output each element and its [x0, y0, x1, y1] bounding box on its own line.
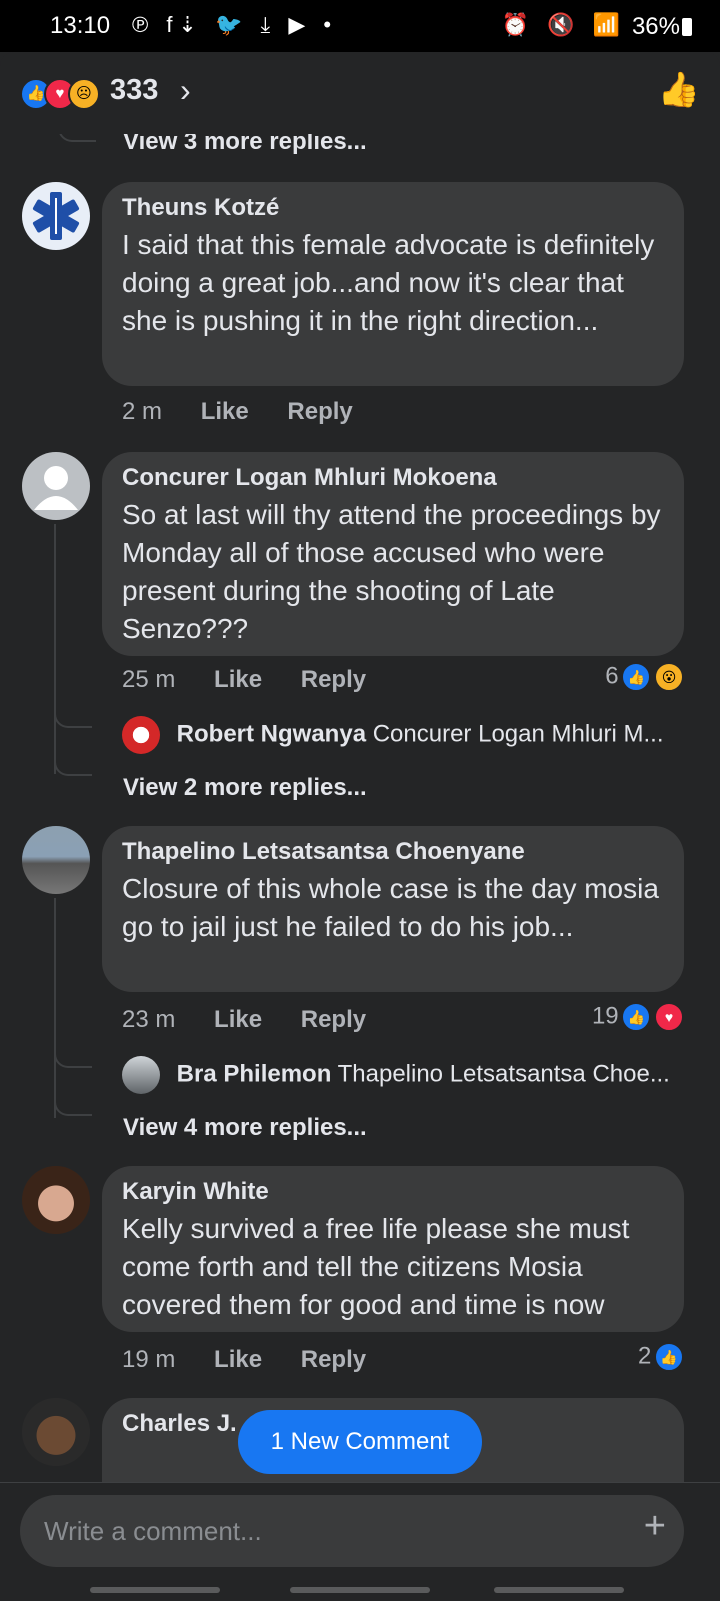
comment-input[interactable]	[20, 1495, 684, 1567]
like-reaction-icon: 👍	[621, 662, 652, 692]
like-reaction-icon: 👍	[621, 1002, 652, 1032]
star-of-life-icon	[23, 183, 89, 249]
comment-author[interactable]: Theuns Kotzé	[122, 194, 664, 222]
plus-icon[interactable]: +	[644, 1505, 666, 1548]
battery-icon	[682, 18, 692, 36]
comment-text: Closure of this whole case is the day mo…	[122, 873, 659, 942]
like-link[interactable]: Like	[214, 1346, 262, 1373]
notification-icons: ℗ f⇣ 🐦 ⤓ ▶ •	[132, 12, 338, 37]
status-bar: 13:10 ℗ f⇣ 🐦 ⤓ ▶ • ⏰ 🔇 📶 36%	[0, 0, 720, 52]
reply-preview[interactable]: Robert Ngwanya Concurer Logan Mhluri M..…	[122, 716, 682, 756]
love-reaction-icon: ♥	[654, 1002, 684, 1032]
reply-link[interactable]: Reply	[301, 1006, 366, 1033]
avatar[interactable]	[22, 826, 90, 894]
comment-time: 19 m	[122, 1346, 176, 1373]
thread-line	[54, 898, 56, 1118]
thread-connector	[54, 754, 92, 776]
reply-link[interactable]: Reply	[287, 398, 352, 425]
like-link[interactable]: Like	[214, 666, 262, 693]
comment-bubble[interactable]: Thapelino Letsatsantsa Choenyane Closure…	[102, 826, 684, 992]
reply-preview[interactable]: Bra Philemon Thapelino Letsatsantsa Choe…	[122, 1056, 682, 1096]
avatar[interactable]	[22, 1166, 90, 1234]
comment-text: So at last will thy attend the proceedin…	[122, 499, 661, 644]
reply-link[interactable]: Reply	[301, 1346, 366, 1373]
comment-bubble[interactable]: Concurer Logan Mhluri Mokoena So at last…	[102, 452, 684, 656]
comment-reactions[interactable]: 6 👍 😮	[605, 662, 684, 692]
reaction-count: 2	[637, 1342, 652, 1370]
comment-time: 25 m	[122, 666, 176, 693]
comment-reactions[interactable]: 2 👍	[638, 1342, 684, 1372]
comment-time: 23 m	[122, 1006, 176, 1033]
thread-connector	[54, 706, 92, 728]
avatar[interactable]	[22, 1398, 90, 1466]
reply-avatar	[122, 716, 160, 754]
reply-avatar	[122, 1056, 160, 1094]
nav-home-icon[interactable]	[290, 1587, 430, 1593]
reactions-header: 👍 ♥ ☹ 333 › 👍	[0, 52, 720, 134]
comments-list: View 3 more replies... Theuns Kotzé I sa…	[0, 134, 720, 1482]
comment-time: 2 m	[122, 398, 163, 425]
default-person-icon	[34, 466, 78, 510]
comment-composer: +	[0, 1482, 720, 1601]
reply-author: Robert Ngwanya	[176, 720, 367, 748]
comment-actions: 2 m Like Reply	[122, 398, 385, 426]
comment-actions: 25 m Like Reply	[122, 666, 398, 694]
comment-author[interactable]: Karyin White	[122, 1178, 664, 1206]
comment-author[interactable]: Thapelino Letsatsantsa Choenyane	[122, 838, 664, 866]
comment-text: Kelly survived a free life please she mu…	[122, 1213, 630, 1320]
comment-bubble[interactable]: Karyin White Kelly survived a free life …	[102, 1166, 684, 1332]
chevron-right-icon[interactable]: ›	[180, 72, 191, 109]
like-button-icon[interactable]: 👍	[658, 70, 700, 110]
status-time: 13:10	[50, 12, 111, 39]
reaction-count: 19	[591, 1002, 619, 1030]
thread-line	[54, 524, 56, 774]
sad-reaction-icon: ☹	[68, 78, 100, 110]
comment-author[interactable]: Concurer Logan Mhluri Mokoena	[122, 464, 664, 492]
comment-reactions[interactable]: 19 👍 ♥	[592, 1002, 684, 1032]
nav-back-icon[interactable]	[494, 1587, 624, 1593]
reply-text: Thapelino Letsatsantsa Choe...	[337, 1060, 670, 1088]
thread-connector	[58, 134, 96, 142]
reply-text: Concurer Logan Mhluri M...	[372, 720, 664, 748]
reaction-total[interactable]: 333	[110, 74, 158, 107]
view-more-replies[interactable]: View 2 more replies...	[123, 774, 367, 802]
like-link[interactable]: Like	[201, 398, 249, 425]
reply-author: Bra Philemon	[176, 1060, 332, 1088]
reaction-count: 6	[605, 662, 619, 690]
comment-actions: 19 m Like Reply	[122, 1346, 398, 1374]
view-more-replies[interactable]: View 4 more replies...	[123, 1114, 367, 1142]
reply-link[interactable]: Reply	[301, 666, 366, 693]
like-link[interactable]: Like	[214, 1006, 262, 1033]
comment-actions: 23 m Like Reply	[122, 1006, 398, 1034]
comment-text: I said that this female advocate is defi…	[122, 229, 655, 336]
avatar[interactable]	[22, 452, 90, 520]
comment-bubble[interactable]: Theuns Kotzé I said that this female adv…	[102, 182, 684, 386]
battery-percent: 36%	[631, 13, 680, 40]
wow-reaction-icon: 😮	[654, 662, 684, 692]
system-icons: ⏰ 🔇 📶	[501, 12, 626, 37]
thread-connector	[54, 1046, 92, 1068]
thread-connector	[54, 1094, 92, 1116]
nav-recents-icon[interactable]	[90, 1587, 220, 1593]
avatar[interactable]	[22, 182, 90, 250]
view-more-replies[interactable]: View 3 more replies...	[123, 134, 367, 156]
new-comment-button[interactable]: 1 New Comment	[238, 1410, 482, 1474]
like-reaction-icon: 👍	[654, 1342, 684, 1372]
